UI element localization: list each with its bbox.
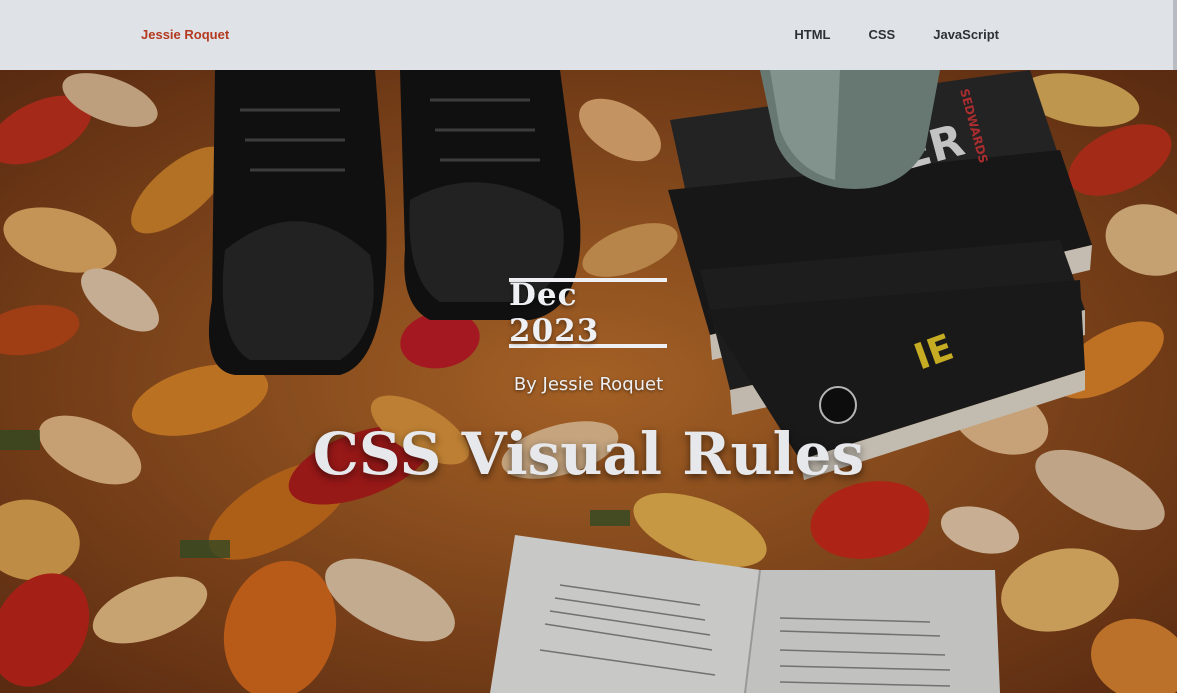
date-badge: Dec 2023 bbox=[509, 277, 667, 349]
post-title: CSS Visual Rules bbox=[312, 420, 865, 488]
nav-link-css[interactable]: CSS bbox=[869, 27, 896, 42]
post-byline: By Jessie Roquet bbox=[513, 374, 664, 395]
nav-link-javascript[interactable]: JavaScript bbox=[933, 27, 999, 42]
hero-banner: ER SEDWARDS IE Dec 2023 By Jessie Roquet… bbox=[0, 70, 1177, 693]
top-navbar: Jessie Roquet HTML CSS JavaScript bbox=[0, 0, 1177, 70]
nav-links: HTML CSS JavaScript bbox=[794, 27, 999, 42]
scrollbar[interactable] bbox=[1173, 0, 1177, 70]
brand-link[interactable]: Jessie Roquet bbox=[141, 27, 229, 42]
post-date: Dec 2023 bbox=[509, 277, 600, 349]
nav-link-html[interactable]: HTML bbox=[794, 27, 830, 42]
